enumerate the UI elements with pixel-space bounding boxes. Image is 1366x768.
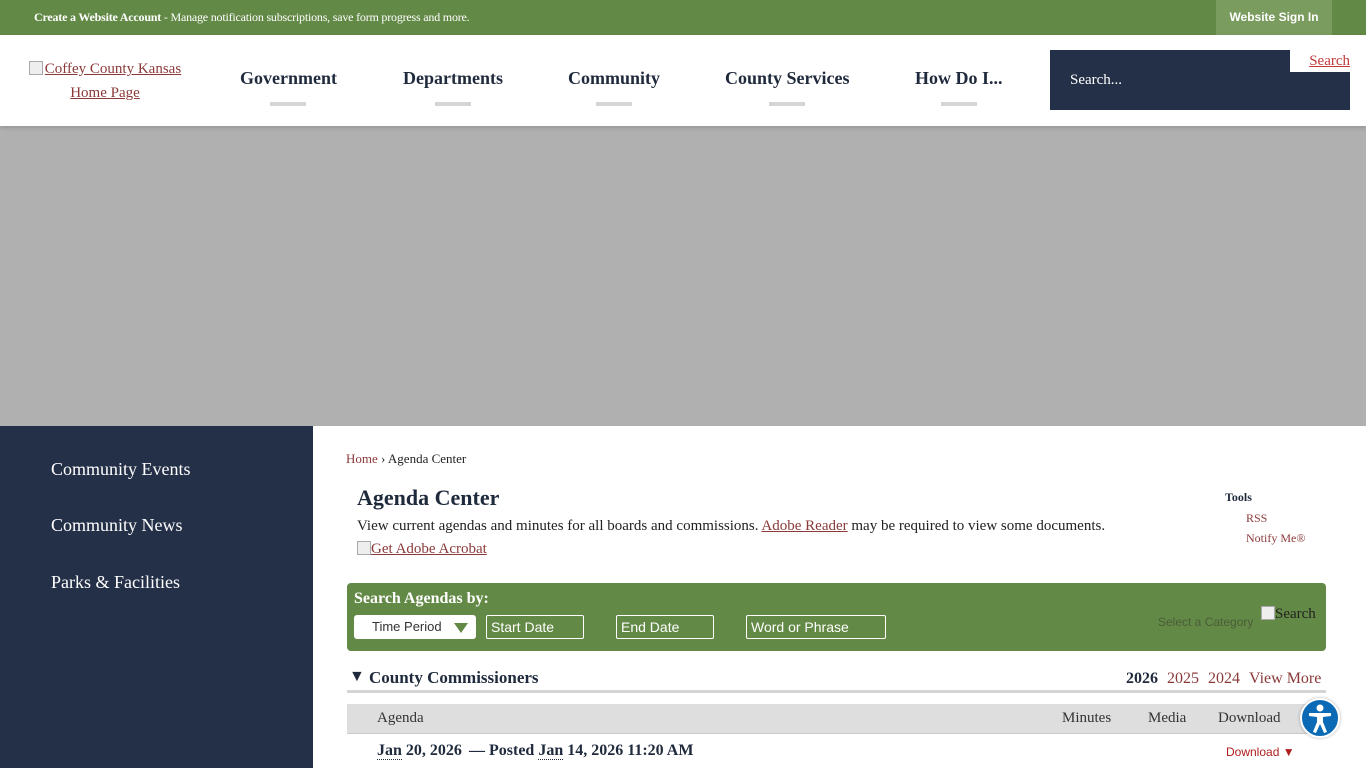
nav-community[interactable]: Community — [568, 68, 660, 106]
rss-link[interactable]: RSS — [1246, 511, 1267, 526]
nav-county-services[interactable]: County Services — [725, 68, 850, 106]
nav-underline — [769, 102, 806, 106]
nav-underline — [940, 102, 977, 106]
nav-label: How Do I... — [915, 68, 1003, 88]
breadcrumb-home[interactable]: Home — [346, 451, 378, 466]
column-media: Media — [1148, 710, 1187, 726]
search-panel-label: Search Agendas by: — [354, 590, 489, 607]
nav-underline — [434, 102, 471, 106]
download-dropdown[interactable]: Download ▼ — [1226, 745, 1295, 759]
collapse-triangle-icon[interactable]: ▼ — [349, 668, 365, 686]
agenda-posted: — Posted Jan 14, 2026 11:20 AM — [469, 742, 693, 760]
intro-text: View current agendas and minutes for all… — [357, 518, 1105, 535]
broken-image-icon — [357, 541, 371, 555]
sidebar-item-community-events[interactable]: Community Events — [51, 459, 191, 480]
agenda-search-alt: Search — [1275, 606, 1316, 622]
nav-departments[interactable]: Departments — [403, 68, 503, 106]
site-search: Search... Search — [1050, 50, 1350, 110]
breadcrumb-current: Agenda Center — [387, 451, 467, 466]
posted-month: Jan — [538, 742, 564, 760]
top-bar: Create a Website Account - Manage notifi… — [0, 0, 1366, 35]
chevron-down-icon — [454, 623, 468, 633]
get-acrobat-link[interactable]: Get Adobe Acrobat — [357, 541, 487, 558]
year-2024[interactable]: 2024 — [1208, 670, 1240, 688]
notify-me-link[interactable]: Notify Me® — [1246, 531, 1305, 546]
site-header: Coffey County Kansas Home Page Governmen… — [0, 35, 1366, 126]
sidebar: Community Events Community News Parks & … — [0, 426, 313, 768]
agenda-search-button[interactable]: Search — [1261, 606, 1316, 623]
view-more-link[interactable]: View More — [1249, 670, 1321, 688]
account-message: Create a Website Account - Manage notifi… — [34, 10, 470, 25]
broken-image-icon — [28, 61, 43, 75]
nav-underline — [596, 102, 632, 106]
nav-how-do-i[interactable]: How Do I... — [915, 68, 1003, 106]
agenda-date-rest: 20, 2026 — [401, 742, 462, 759]
intro-after: may be required to view some documents. — [847, 518, 1106, 534]
breadcrumb-separator: › — [381, 451, 386, 466]
account-message-text: - Manage notification subscriptions, sav… — [161, 10, 470, 24]
nav-label: Community — [568, 68, 661, 88]
table-row: Jan 20, 2026 — Posted Jan 14, 2026 11:20… — [347, 738, 1326, 768]
nav-underline — [270, 102, 307, 106]
page-title: Agenda Center — [357, 485, 500, 510]
year-2025[interactable]: 2025 — [1167, 670, 1199, 688]
start-date-input[interactable]: Start Date — [486, 615, 584, 639]
time-period-value: Time Period — [372, 619, 442, 634]
time-period-select[interactable]: Time Period — [354, 615, 476, 639]
posted-prefix: — Posted — [469, 742, 539, 759]
hero-banner — [0, 126, 1366, 426]
acrobat-alt-text: Get Adobe Acrobat — [371, 541, 487, 557]
logo-link[interactable]: Coffey County Kansas Home Page — [16, 57, 194, 105]
search-button-text: Search — [1309, 53, 1350, 69]
broken-image-icon — [1261, 606, 1275, 620]
sidebar-item-parks-facilities[interactable]: Parks & Facilities — [51, 572, 180, 593]
column-download: Download — [1218, 710, 1281, 726]
intro-before: View current agendas and minutes for all… — [357, 518, 762, 534]
nav-label: Departments — [403, 68, 503, 88]
nav-label: Government — [240, 68, 337, 88]
search-input[interactable]: Search... — [1070, 72, 1122, 89]
column-minutes: Minutes — [1062, 710, 1112, 726]
sidebar-item-community-news[interactable]: Community News — [51, 515, 183, 536]
nav-government[interactable]: Government — [240, 68, 337, 106]
agenda-group-name[interactable]: County Commissioners — [369, 668, 539, 688]
end-date-input[interactable]: End Date — [616, 615, 714, 639]
logo-alt-text: Coffey County Kansas Home Page — [44, 61, 182, 101]
agenda-group-header: ▼ County Commissioners 2026 2025 2024 Vi… — [347, 667, 1326, 693]
category-select[interactable]: Select a Category — [1158, 615, 1253, 629]
posted-rest: 14, 2026 11:20 AM — [563, 742, 694, 759]
agenda-table-header: Agenda Minutes Media Download — [347, 704, 1326, 734]
tools-title: Tools — [1225, 490, 1252, 504]
agenda-search-panel: Search Agendas by: Time Period Start Dat… — [347, 583, 1326, 651]
agenda-date: Jan 20, 2026 — [377, 742, 462, 760]
search-button[interactable]: Search — [1290, 50, 1350, 72]
create-account-link[interactable]: Create a Website Account — [34, 10, 161, 24]
accessibility-icon[interactable] — [1300, 698, 1340, 738]
agenda-date-month: Jan — [377, 742, 402, 760]
year-2026[interactable]: 2026 — [1126, 670, 1158, 688]
breadcrumb: Home › Agenda Center — [346, 451, 466, 467]
nav-label: County Services — [725, 68, 850, 88]
column-agenda: Agenda — [377, 710, 424, 726]
adobe-reader-link[interactable]: Adobe Reader — [761, 518, 847, 534]
sign-in-button[interactable]: Website Sign In — [1216, 0, 1332, 35]
word-phrase-input[interactable]: Word or Phrase — [746, 615, 886, 639]
